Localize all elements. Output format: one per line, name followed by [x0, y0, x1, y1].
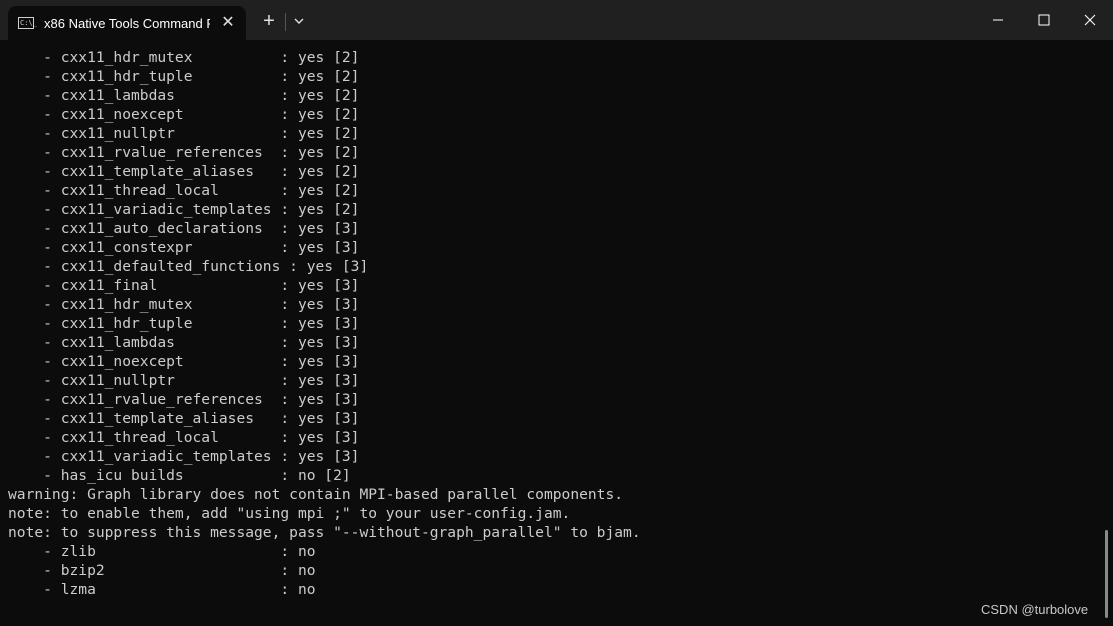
terminal-line: - cxx11_defaulted_functions : yes [3] [8, 258, 369, 275]
tab-close-icon[interactable]: ✕ [218, 13, 238, 33]
tab-command-prompt[interactable]: C:\_ x86 Native Tools Command Prompt for… [8, 6, 246, 40]
terminal-line: - cxx11_noexcept : yes [2] [8, 106, 360, 123]
terminal-line: - cxx11_hdr_mutex : yes [2] [8, 49, 360, 66]
terminal-line: - zlib : no [8, 543, 316, 560]
terminal-line: - cxx11_lambdas : yes [3] [8, 334, 360, 351]
terminal-line: - cxx11_noexcept : yes [3] [8, 353, 360, 370]
terminal-line: - cxx11_variadic_templates : yes [3] [8, 448, 360, 465]
terminal-line: note: to enable them, add "using mpi ;" … [8, 505, 571, 522]
maximize-button[interactable] [1021, 0, 1067, 40]
terminal-line: - has_icu builds : no [2] [8, 467, 351, 484]
close-icon [1084, 14, 1096, 26]
terminal-line: - cxx11_variadic_templates : yes [2] [8, 201, 360, 218]
new-tab-plus-icon[interactable]: + [258, 10, 280, 32]
terminal-line: - cxx11_nullptr : yes [3] [8, 372, 360, 389]
tab-title: x86 Native Tools Command Prompt for VS 2… [44, 16, 210, 31]
terminal-line: - lzma : no [8, 581, 316, 598]
minimize-button[interactable] [975, 0, 1021, 40]
terminal-line: - cxx11_thread_local : yes [2] [8, 182, 360, 199]
terminal-line: - cxx11_nullptr : yes [2] [8, 125, 360, 142]
minimize-icon [993, 19, 1003, 21]
terminal-line: note: to suppress this message, pass "--… [8, 524, 641, 541]
terminal-icon: C:\_ [18, 17, 37, 29]
watermark: CSDN @turbolove [981, 602, 1089, 617]
terminal-output[interactable]: - cxx11_hdr_mutex : yes [2] - cxx11_hdr_… [0, 40, 1100, 626]
title-bar: C:\_ x86 Native Tools Command Prompt for… [0, 0, 1113, 40]
terminal-line: - bzip2 : no [8, 562, 316, 579]
terminal-line: - cxx11_thread_local : yes [3] [8, 429, 360, 446]
terminal-line: - cxx11_rvalue_references : yes [3] [8, 391, 360, 408]
terminal-line: - cxx11_final : yes [3] [8, 277, 360, 294]
terminal-line: warning: Graph library does not contain … [8, 486, 624, 503]
terminal-line: - cxx11_constexpr : yes [3] [8, 239, 360, 256]
terminal-line: - cxx11_template_aliases : yes [2] [8, 163, 360, 180]
terminal-line: - cxx11_hdr_mutex : yes [3] [8, 296, 360, 313]
terminal-line: - cxx11_rvalue_references : yes [2] [8, 144, 360, 161]
terminal-line: - cxx11_hdr_tuple : yes [2] [8, 68, 360, 85]
tab-divider [285, 13, 286, 31]
maximize-icon [1038, 14, 1050, 26]
close-window-button[interactable] [1067, 0, 1113, 40]
terminal-line: - cxx11_template_aliases : yes [3] [8, 410, 360, 427]
chevron-down-icon[interactable] [290, 11, 308, 31]
terminal-line: - cxx11_hdr_tuple : yes [3] [8, 315, 360, 332]
terminal-line: - cxx11_auto_declarations : yes [3] [8, 220, 360, 237]
terminal-line: - cxx11_lambdas : yes [2] [8, 87, 360, 104]
